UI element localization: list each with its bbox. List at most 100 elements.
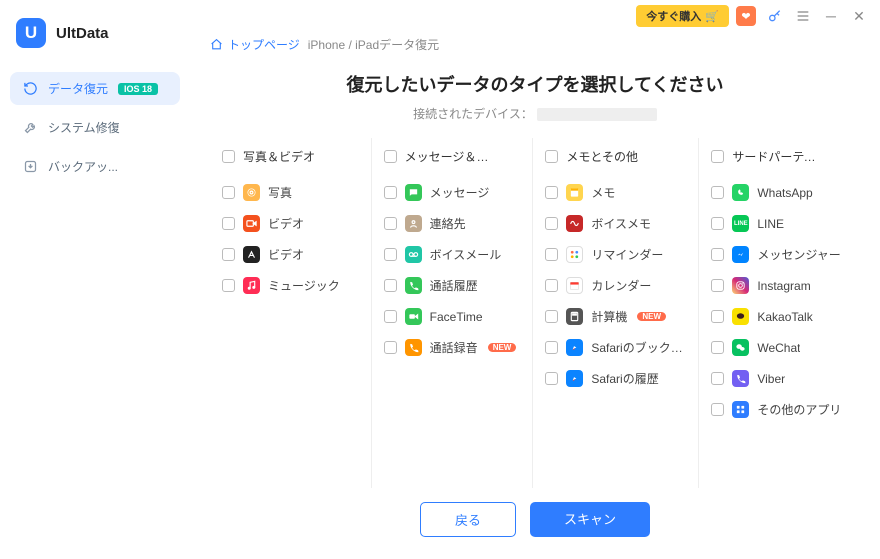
datatype-item[interactable]: リマインダー	[541, 239, 690, 270]
checkbox[interactable]	[711, 248, 724, 261]
datatype-item[interactable]: ボイスメモ	[541, 208, 690, 239]
key-icon[interactable]	[766, 8, 784, 24]
datatype-item[interactable]: ボイスメール	[380, 239, 525, 270]
checkbox[interactable]	[222, 186, 235, 199]
checkbox[interactable]	[711, 372, 724, 385]
msg-icon	[405, 184, 422, 201]
datatype-label: 通話録音	[430, 339, 478, 356]
datatype-label: Viber	[757, 372, 785, 386]
datatype-item[interactable]: カレンダー	[541, 270, 690, 301]
column-header-label: サードパーティ製...	[732, 148, 827, 165]
datatype-item[interactable]: LINELINE	[707, 208, 852, 239]
datatype-item[interactable]: WeChat	[707, 332, 852, 363]
checkbox[interactable]	[384, 279, 397, 292]
mess-icon	[732, 246, 749, 263]
datatype-item[interactable]: WhatsApp	[707, 177, 852, 208]
datatype-label: メッセンジャー	[757, 246, 840, 263]
sidebar-item-system-repair[interactable]: システム修復	[10, 111, 180, 144]
menu-icon[interactable]	[794, 8, 812, 24]
datatype-item[interactable]: 通話録音NEW	[380, 332, 525, 363]
datatype-label: カレンダー	[591, 277, 651, 294]
column-header[interactable]: サードパーティ製...	[707, 142, 852, 171]
datatype-item[interactable]: 通話履歴	[380, 270, 525, 301]
scan-button[interactable]: スキャン	[530, 502, 650, 537]
sidebar-item-data-recovery[interactable]: データ復元 IOS 18	[10, 72, 180, 105]
back-button[interactable]: 戻る	[420, 502, 516, 537]
datatype-item[interactable]: Instagram	[707, 270, 852, 301]
datatype-item[interactable]: Safariのブックマ...	[541, 332, 690, 363]
datatype-item[interactable]: Safariの履歴	[541, 363, 690, 394]
vm-icon	[405, 246, 422, 263]
column-header[interactable]: メモとその他	[541, 142, 690, 171]
checkbox[interactable]	[545, 217, 558, 230]
datatype-item[interactable]: 計算機NEW	[541, 301, 690, 332]
checkbox[interactable]	[711, 403, 724, 416]
checkbox[interactable]	[545, 150, 558, 163]
calc-icon	[566, 308, 583, 325]
checkbox[interactable]	[222, 150, 235, 163]
datatype-label: Safariの履歴	[591, 370, 658, 387]
checkbox[interactable]	[711, 150, 724, 163]
datatype-item[interactable]: その他のアプリ	[707, 394, 852, 425]
close-button[interactable]: ✕	[850, 8, 868, 25]
datatype-item[interactable]: メッセンジャー	[707, 239, 852, 270]
datatype-item[interactable]: FaceTime	[380, 301, 525, 332]
buy-now-label: 今すぐ購入	[646, 8, 701, 24]
checkbox[interactable]	[711, 217, 724, 230]
checkbox[interactable]	[384, 341, 397, 354]
heart-badge[interactable]: ❤	[736, 6, 756, 26]
checkbox[interactable]	[545, 310, 558, 323]
datatype-item[interactable]: Viber	[707, 363, 852, 394]
checkbox[interactable]	[545, 341, 558, 354]
new-badge: NEW	[637, 312, 666, 321]
cart-icon: 🛒	[705, 10, 719, 23]
page-headline: 復元したいデータのタイプを選択してください	[210, 71, 860, 97]
checkbox[interactable]	[545, 248, 558, 261]
checkbox[interactable]	[711, 279, 724, 292]
datatype-item[interactable]: ミュージック	[218, 270, 363, 301]
rem-icon	[566, 246, 583, 263]
checkbox[interactable]	[545, 279, 558, 292]
datatype-item[interactable]: メッセージ	[380, 177, 525, 208]
minimize-button[interactable]: ─	[822, 8, 840, 24]
datatype-item[interactable]: ビデオ	[218, 208, 363, 239]
subhead-label: 接続されたデバイス：	[413, 107, 533, 121]
checkbox[interactable]	[222, 217, 235, 230]
datatype-label: Safariのブックマ...	[591, 339, 686, 356]
line-icon: LINE	[732, 215, 749, 232]
datatype-label: WeChat	[757, 341, 800, 355]
datatype-item[interactable]: 写真	[218, 177, 363, 208]
rec-icon	[405, 339, 422, 356]
recover-icon	[22, 81, 38, 97]
checkbox[interactable]	[384, 186, 397, 199]
checkbox[interactable]	[545, 372, 558, 385]
checkbox[interactable]	[384, 150, 397, 163]
checkbox[interactable]	[711, 310, 724, 323]
checkbox[interactable]	[222, 248, 235, 261]
checkbox[interactable]	[545, 186, 558, 199]
page-subhead: 接続されたデバイス：	[210, 105, 860, 122]
checkbox[interactable]	[711, 186, 724, 199]
wechat-icon	[732, 339, 749, 356]
checkbox[interactable]	[384, 248, 397, 261]
checkbox[interactable]	[222, 279, 235, 292]
safari-icon	[566, 370, 583, 387]
breadcrumb-home[interactable]: トップページ	[210, 36, 300, 53]
column-header[interactable]: 写真＆ビデオ	[218, 142, 363, 171]
sidebar-item-label: データ復元	[48, 80, 108, 97]
datatype-label: FaceTime	[430, 310, 483, 324]
datatype-item[interactable]: メモ	[541, 177, 690, 208]
cal-icon	[566, 277, 583, 294]
checkbox[interactable]	[384, 310, 397, 323]
column-header[interactable]: メッセージ＆通話...	[380, 142, 525, 171]
buy-now-button[interactable]: 今すぐ購入 🛒	[636, 5, 729, 27]
datatype-item[interactable]: KakaoTalk	[707, 301, 852, 332]
datatype-label: ボイスメール	[430, 246, 502, 263]
datatype-label: ミュージック	[268, 277, 340, 294]
breadcrumb: トップページ iPhone / iPadデータ復元	[210, 36, 860, 53]
sidebar-item-backup[interactable]: バックアッ...	[10, 150, 180, 183]
checkbox[interactable]	[711, 341, 724, 354]
checkbox[interactable]	[384, 217, 397, 230]
datatype-item[interactable]: 連絡先	[380, 208, 525, 239]
datatype-item[interactable]: ビデオ	[218, 239, 363, 270]
